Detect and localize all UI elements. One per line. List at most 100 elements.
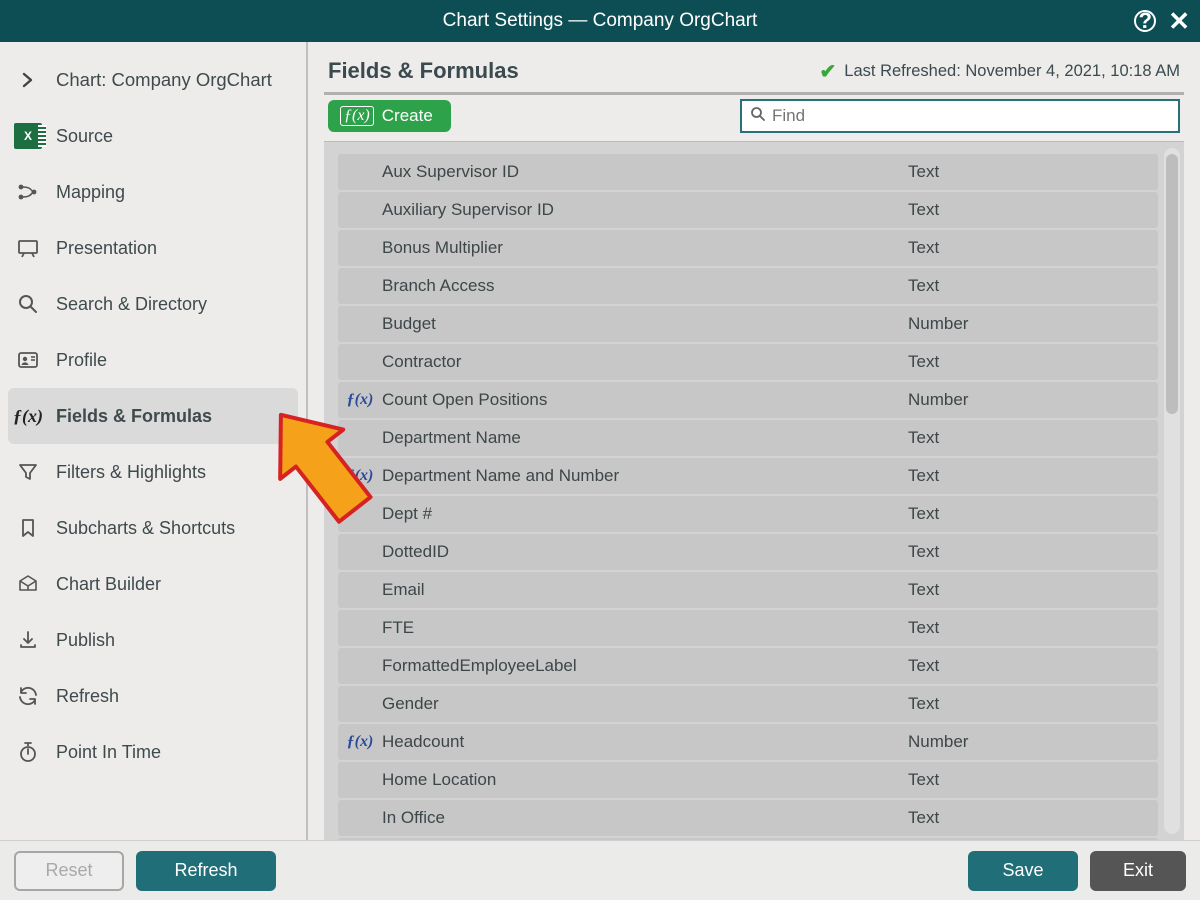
exit-button[interactable]: Exit	[1090, 851, 1186, 891]
scrollbar[interactable]	[1164, 148, 1180, 834]
sidebar-item-label: Filters & Highlights	[56, 462, 206, 483]
refresh-button[interactable]: Refresh	[136, 851, 276, 891]
field-name: Budget	[382, 314, 908, 334]
fields-list: Aux Supervisor IDTextAuxiliary Superviso…	[324, 141, 1184, 840]
sidebar-item-label: Profile	[56, 350, 107, 371]
sidebar-item-label: Point In Time	[56, 742, 161, 763]
field-type: Text	[908, 770, 1158, 790]
fx-icon: ƒ(x)	[338, 391, 382, 409]
field-row[interactable]: Branch AccessText	[338, 268, 1158, 304]
footer: Reset Refresh Save Exit	[0, 840, 1200, 900]
field-type: Text	[908, 580, 1158, 600]
field-row[interactable]: ƒ(x)LevelNumber	[338, 838, 1158, 840]
field-type: Text	[908, 276, 1158, 296]
field-name: Home Location	[382, 770, 908, 790]
content-pane: Fields & Formulas ✔ Last Refreshed: Nove…	[308, 42, 1200, 840]
sidebar-item-fields-formulas[interactable]: ƒ(x)Fields & Formulas	[8, 388, 298, 444]
fx-icon: ƒ(x)	[14, 402, 42, 430]
sidebar-item-label: Chart Builder	[56, 574, 161, 595]
field-row[interactable]: ƒ(x)Department Name and NumberText	[338, 458, 1158, 494]
field-name: Branch Access	[382, 276, 908, 296]
sidebar-item-label: Publish	[56, 630, 115, 651]
bookmark-icon	[14, 514, 42, 542]
field-type: Text	[908, 542, 1158, 562]
sidebar-item-subcharts-shortcuts[interactable]: Subcharts & Shortcuts	[0, 500, 306, 556]
field-row[interactable]: Home LocationText	[338, 762, 1158, 798]
sidebar-item-presentation[interactable]: Presentation	[0, 220, 306, 276]
field-row[interactable]: GenderText	[338, 686, 1158, 722]
field-row[interactable]: ƒ(x)Count Open PositionsNumber	[338, 382, 1158, 418]
sidebar-item-source[interactable]: X Source	[0, 108, 306, 164]
sidebar-item-mapping[interactable]: Mapping	[0, 164, 306, 220]
sidebar-item-label: Source	[56, 126, 113, 147]
field-row[interactable]: ƒ(x)HeadcountNumber	[338, 724, 1158, 760]
close-icon[interactable]: ✕	[1168, 8, 1190, 34]
field-row[interactable]: FTEText	[338, 610, 1158, 646]
sidebar-item-label: Presentation	[56, 238, 157, 259]
body: Chart: Company OrgChart X Source Mapping Pr…	[0, 42, 1200, 840]
create-button[interactable]: ƒ(x) Create	[328, 100, 451, 132]
field-row[interactable]: FormattedEmployeeLabelText	[338, 648, 1158, 684]
sidebar-item-filters-highlights[interactable]: Filters & Highlights	[0, 444, 306, 500]
find-input[interactable]	[772, 101, 1170, 131]
sidebar-item-chart-builder[interactable]: Chart Builder	[0, 556, 306, 612]
field-type: Text	[908, 656, 1158, 676]
field-name: Email	[382, 580, 908, 600]
field-type: Text	[908, 694, 1158, 714]
field-row[interactable]: Bonus MultiplierText	[338, 230, 1158, 266]
field-type: Text	[908, 200, 1158, 220]
field-row[interactable]: Department NameText	[338, 420, 1158, 456]
sidebar-item-label: Refresh	[56, 686, 119, 707]
status-text: ✔ Last Refreshed: November 4, 2021, 10:1…	[820, 59, 1180, 84]
field-name: Count Open Positions	[382, 390, 908, 410]
refresh-icon	[14, 682, 42, 710]
field-row[interactable]: In OfficeText	[338, 800, 1158, 836]
content-header: Fields & Formulas ✔ Last Refreshed: Nove…	[324, 52, 1184, 92]
field-type: Text	[908, 466, 1158, 486]
sidebar: Chart: Company OrgChart X Source Mapping Pr…	[0, 42, 308, 840]
fx-icon: ƒ(x)	[340, 106, 374, 126]
field-name: Department Name	[382, 428, 908, 448]
sidebar-header-label: Chart: Company OrgChart	[56, 69, 272, 91]
field-row[interactable]: EmailText	[338, 572, 1158, 608]
sidebar-item-profile[interactable]: Profile	[0, 332, 306, 388]
excel-icon: X	[14, 122, 42, 150]
window-title: Chart Settings — Company OrgChart	[443, 10, 758, 32]
field-name: DottedID	[382, 542, 908, 562]
field-row[interactable]: BudgetNumber	[338, 306, 1158, 342]
field-type: Number	[908, 390, 1158, 410]
field-type: Text	[908, 162, 1158, 182]
field-row[interactable]: ContractorText	[338, 344, 1158, 380]
field-name: In Office	[382, 808, 908, 828]
sidebar-item-search-directory[interactable]: Search & Directory	[0, 276, 306, 332]
field-row[interactable]: Auxiliary Supervisor IDText	[338, 192, 1158, 228]
sidebar-item-publish[interactable]: Publish	[0, 612, 306, 668]
fx-icon: ƒ(x)	[338, 467, 382, 485]
reset-button[interactable]: Reset	[14, 851, 124, 891]
sidebar-item-label: Mapping	[56, 182, 125, 203]
field-row[interactable]: Dept #Text	[338, 496, 1158, 532]
sidebar-item-refresh[interactable]: Refresh	[0, 668, 306, 724]
field-row[interactable]: DottedIDText	[338, 534, 1158, 570]
field-name: Dept #	[382, 504, 908, 524]
search-icon	[750, 106, 766, 127]
field-name: Headcount	[382, 732, 908, 752]
profile-icon	[14, 346, 42, 374]
sidebar-header[interactable]: Chart: Company OrgChart	[0, 52, 306, 108]
field-name: FTE	[382, 618, 908, 638]
scroll-thumb[interactable]	[1166, 154, 1178, 414]
help-icon[interactable]: ?	[1134, 10, 1156, 32]
publish-icon	[14, 626, 42, 654]
save-button[interactable]: Save	[968, 851, 1078, 891]
sidebar-item-point-in-time[interactable]: Point In Time	[0, 724, 306, 780]
titlebar: Chart Settings — Company OrgChart ? ✕	[0, 0, 1200, 42]
status-label: Last Refreshed: November 4, 2021, 10:18 …	[844, 62, 1180, 81]
field-name: FormattedEmployeeLabel	[382, 656, 908, 676]
field-name: Department Name and Number	[382, 466, 908, 486]
field-row[interactable]: Aux Supervisor IDText	[338, 154, 1158, 190]
field-type: Text	[908, 428, 1158, 448]
find-field[interactable]	[740, 99, 1180, 133]
field-type: Text	[908, 808, 1158, 828]
field-name: Gender	[382, 694, 908, 714]
presentation-icon	[14, 234, 42, 262]
